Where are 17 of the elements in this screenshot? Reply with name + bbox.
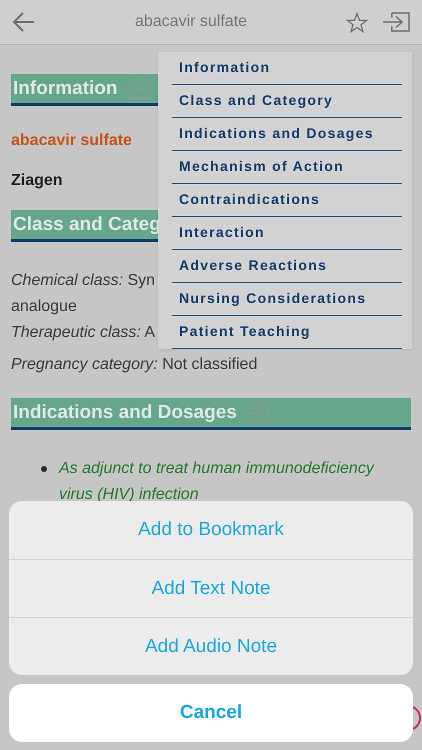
- menu-item[interactable]: Patient Teaching: [172, 316, 402, 349]
- menu-item[interactable]: Mechanism of Action: [172, 151, 402, 184]
- menu-item[interactable]: Indications and Dosages: [172, 118, 402, 151]
- drug-name: abacavir sulfate: [11, 132, 132, 150]
- menu-item[interactable]: Contraindications: [172, 184, 402, 217]
- section-title: Indications and Dosages: [13, 402, 237, 424]
- class-field: Chemical class: Syn analogue: [11, 268, 156, 320]
- menu-item[interactable]: Nursing Considerations: [172, 283, 402, 316]
- menu-item[interactable]: Interaction: [172, 217, 402, 250]
- menu-item[interactable]: Adverse Reactions: [172, 250, 402, 283]
- class-field: Therapeutic class: A: [11, 320, 156, 346]
- menu-item[interactable]: Class and Category: [172, 85, 402, 118]
- section-title: Information: [13, 78, 118, 100]
- brand-name: Ziagen: [11, 172, 63, 190]
- menu-item[interactable]: Information: [172, 52, 402, 85]
- class-field: Pregnancy category: Not classified: [11, 352, 258, 378]
- screen-title: abacavir sulfate: [134, 13, 248, 31]
